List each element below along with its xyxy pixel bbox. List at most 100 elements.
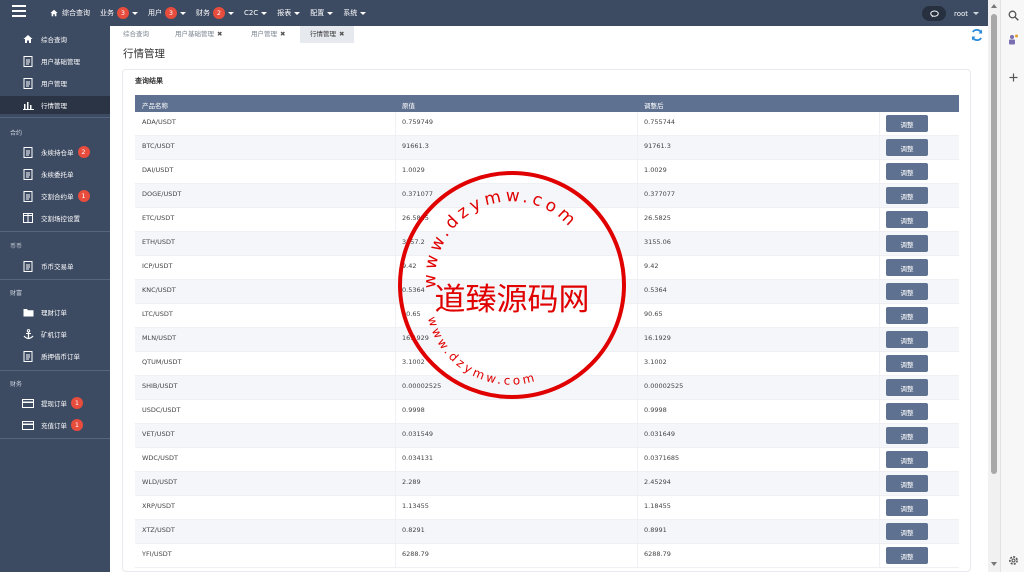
- adjust-button[interactable]: 调整: [886, 547, 928, 564]
- page-scrollbar[interactable]: [988, 0, 1000, 572]
- sidebar-item-user-basic[interactable]: 用户基础管理: [0, 52, 110, 70]
- chevron-down-icon[interactable]: [973, 12, 980, 15]
- sidebar-badge: 1: [71, 397, 83, 409]
- topnav-config[interactable]: 配置: [310, 8, 334, 18]
- topnav-config-label: 配置: [310, 9, 325, 17]
- column-divider: [879, 136, 880, 160]
- adjust-button[interactable]: 调整: [886, 523, 928, 540]
- chat-button[interactable]: [922, 6, 946, 21]
- scrollbar-thumb[interactable]: [991, 14, 997, 474]
- tab-user-basic[interactable]: 用户基础管理 ✖: [175, 26, 222, 43]
- gear-icon[interactable]: [1006, 553, 1020, 567]
- sidebar-item-label: 矿机订单: [41, 331, 67, 339]
- tab-users[interactable]: 用户管理 ✖: [251, 26, 285, 43]
- sidebar-item-coin-trades[interactable]: 币币交易单: [0, 257, 110, 275]
- folder-icon: [22, 306, 34, 318]
- topnav-system[interactable]: 系统: [343, 8, 367, 18]
- chevron-down-icon: [360, 11, 367, 15]
- cell-original: 91661.3: [402, 142, 429, 150]
- column-divider: [637, 160, 638, 184]
- refresh-icon[interactable]: [970, 28, 984, 42]
- adjust-button[interactable]: 调整: [886, 235, 928, 252]
- adjust-button[interactable]: 调整: [886, 499, 928, 516]
- cell-product: USDC/USDT: [142, 406, 181, 414]
- scroll-up-icon[interactable]: [991, 4, 997, 8]
- topnav-business-badge: 3: [117, 7, 129, 19]
- admin-app: 综合查询 业务 3 用户 3 财务 2 C2C 报表 配置 系统 root 综合…: [0, 0, 988, 572]
- column-divider: [395, 160, 396, 184]
- card-icon: [22, 397, 34, 409]
- adjust-button[interactable]: 调整: [886, 451, 928, 468]
- cell-adjusted: 90.65: [644, 310, 663, 318]
- topnav-reports[interactable]: 报表: [277, 8, 301, 18]
- sidebar-item-market[interactable]: 行情管理: [0, 96, 110, 114]
- sidebar-item-label: 永续持仓单: [41, 149, 74, 157]
- topnav-home[interactable]: 综合查询: [50, 8, 90, 18]
- column-divider: [637, 208, 638, 232]
- close-icon[interactable]: ✖: [217, 30, 222, 38]
- chevron-down-icon: [327, 11, 334, 15]
- sidebar-item-perpetual-positions[interactable]: 永续持仓单 2: [0, 143, 110, 161]
- column-divider: [879, 424, 880, 448]
- adjust-button[interactable]: 调整: [886, 139, 928, 156]
- top-nav: 综合查询 业务 3 用户 3 财务 2 C2C 报表 配置 系统: [50, 0, 376, 26]
- page-title: 行情管理: [123, 48, 165, 60]
- cell-original: 0.031549: [402, 430, 434, 438]
- adjust-button[interactable]: 调整: [886, 259, 928, 276]
- scroll-down-icon[interactable]: [991, 562, 997, 566]
- topnav-users[interactable]: 用户 3: [148, 7, 186, 19]
- cell-adjusted: 3.1002: [644, 358, 667, 366]
- column-divider: [879, 280, 880, 304]
- adjust-button[interactable]: 调整: [886, 307, 928, 324]
- extension-icon[interactable]: [1006, 32, 1020, 46]
- column-divider: [637, 496, 638, 520]
- cell-product: DOGE/USDT: [142, 190, 182, 198]
- menu-toggle-icon[interactable]: [12, 5, 26, 19]
- column-divider: [395, 376, 396, 400]
- sidebar-item-pledge-orders[interactable]: 质押借币订单: [0, 347, 110, 365]
- table-header: 产品名称 原值 调整后: [135, 95, 959, 112]
- tab-overview[interactable]: 综合查询: [123, 26, 149, 43]
- topnav-c2c[interactable]: C2C: [244, 9, 268, 17]
- add-icon[interactable]: [1006, 70, 1020, 84]
- adjust-button[interactable]: 调整: [886, 115, 928, 132]
- adjust-button[interactable]: 调整: [886, 163, 928, 180]
- adjust-button[interactable]: 调整: [886, 355, 928, 372]
- sidebar-group-contract: 合约: [10, 130, 23, 137]
- column-divider: [637, 112, 638, 136]
- topnav-finance[interactable]: 财务 2: [196, 7, 234, 19]
- adjust-button[interactable]: 调整: [886, 331, 928, 348]
- adjust-button[interactable]: 调整: [886, 403, 928, 420]
- sidebar-item-deposit-orders[interactable]: 充值订单 1: [0, 416, 110, 434]
- user-name[interactable]: root: [954, 10, 968, 18]
- cell-original: 1.13455: [402, 502, 429, 510]
- sidebar-item-withdraw-orders[interactable]: 提现订单 1: [0, 394, 110, 412]
- cell-adjusted: 6288.79: [644, 550, 671, 558]
- cell-adjusted: 0.0371685: [644, 454, 680, 462]
- adjust-button[interactable]: 调整: [886, 427, 928, 444]
- cell-product: ETC/USDT: [142, 214, 175, 222]
- sidebar-item-overview[interactable]: 综合查询: [0, 30, 110, 48]
- search-icon[interactable]: [1006, 8, 1020, 22]
- sidebar-item-perpetual-orders[interactable]: 永续委托单: [0, 165, 110, 183]
- adjust-button[interactable]: 调整: [886, 283, 928, 300]
- tab-market[interactable]: 行情管理 ✖: [300, 26, 355, 43]
- close-icon[interactable]: ✖: [339, 30, 344, 38]
- cell-original: 0.9998: [402, 406, 425, 414]
- browser-side-panel: [1000, 0, 1024, 572]
- sidebar-item-users[interactable]: 用户管理: [0, 74, 110, 92]
- adjust-button[interactable]: 调整: [886, 475, 928, 492]
- sidebar-item-miner-orders[interactable]: 矿机订单: [0, 325, 110, 343]
- topnav-business[interactable]: 业务 3: [100, 7, 138, 19]
- sidebar-item-delivery-orders[interactable]: 交割合约单 1: [0, 187, 110, 205]
- column-divider: [637, 184, 638, 208]
- adjust-button[interactable]: 调整: [886, 211, 928, 228]
- sidebar-item-delivery-control[interactable]: 交割场控设置: [0, 209, 110, 227]
- close-icon[interactable]: ✖: [280, 30, 285, 38]
- adjust-button[interactable]: 调整: [886, 187, 928, 204]
- svg-text:www.dzymw.com: www.dzymw.com: [420, 186, 582, 288]
- column-divider: [879, 544, 880, 568]
- column-divider: [637, 136, 638, 160]
- sidebar-item-wealth-orders[interactable]: 理财订单: [0, 303, 110, 321]
- adjust-button[interactable]: 调整: [886, 379, 928, 396]
